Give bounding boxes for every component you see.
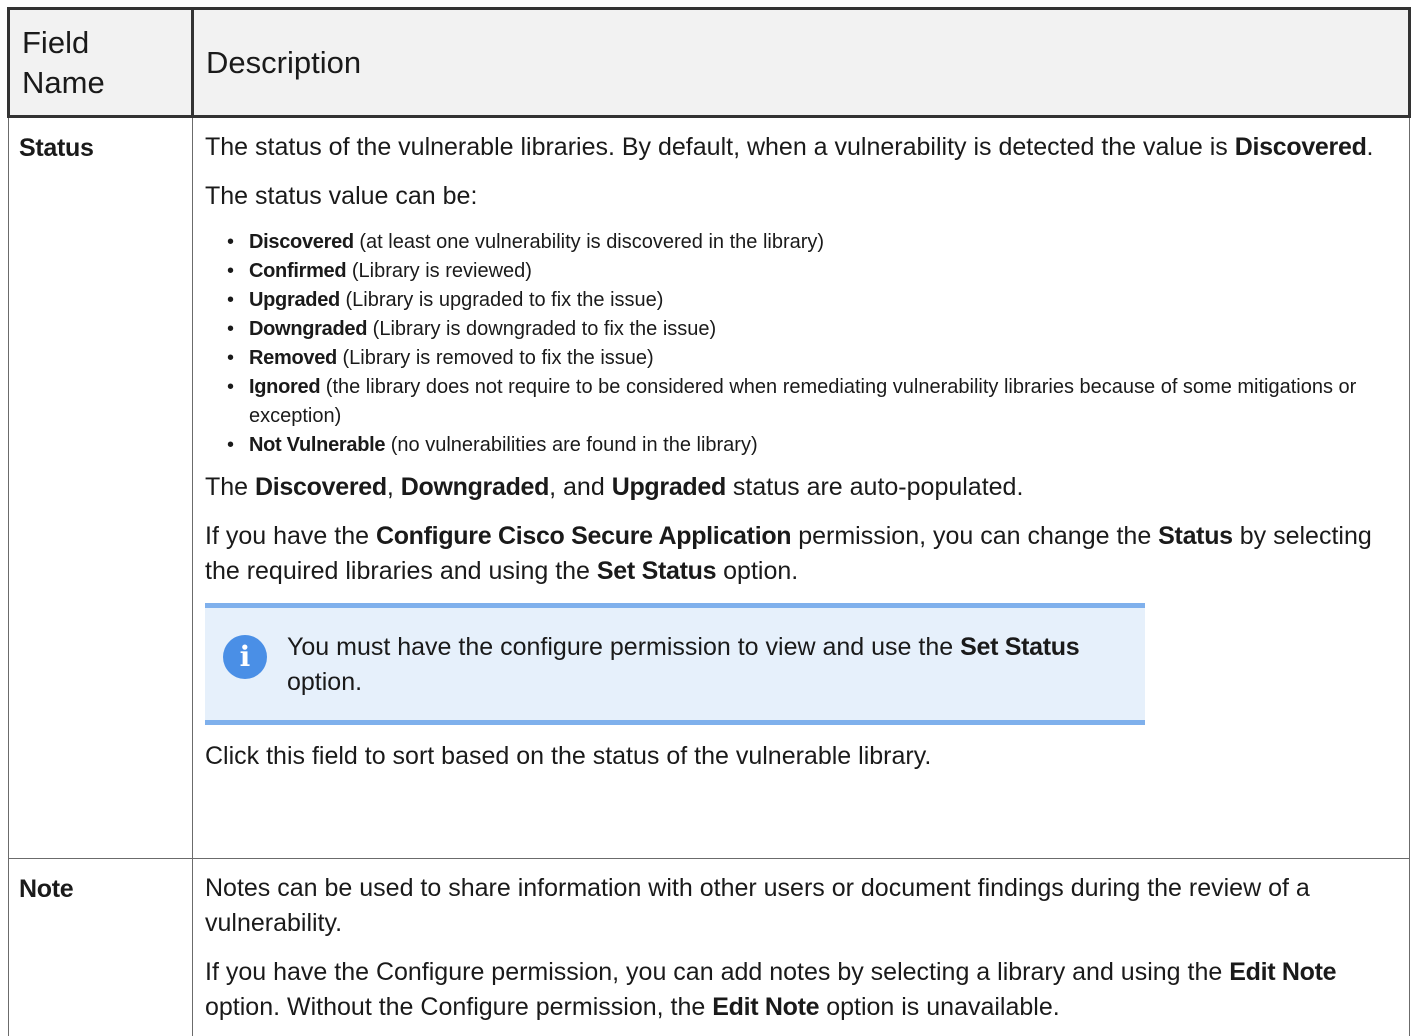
table-row-note: Note Notes can be used to share informat… bbox=[8, 858, 1410, 1036]
perm-bold-status: Status bbox=[1158, 522, 1233, 550]
note-mid: option. Without the Configure permission… bbox=[205, 993, 713, 1021]
info-text-pre: You must have the configure permission t… bbox=[287, 633, 961, 661]
description-note: Notes can be used to share information w… bbox=[192, 858, 1410, 1036]
note-bold-edit-note-1: Edit Note bbox=[1229, 958, 1337, 986]
info-text-bold: Set Status bbox=[960, 633, 1080, 661]
note-intro-paragraph: Notes can be used to share information w… bbox=[205, 874, 1310, 937]
permission-paragraph: If you have the Configure Cisco Secure A… bbox=[205, 519, 1397, 589]
list-item: Not Vulnerable (no vulnerabilities are f… bbox=[227, 431, 1397, 460]
list-item-desc: (Library is downgraded to fix the issue) bbox=[367, 318, 717, 340]
list-item-desc: (the library does not require to be cons… bbox=[249, 376, 1357, 427]
header-description: Description bbox=[192, 7, 1411, 118]
auto-bold-discovered: Discovered bbox=[255, 473, 387, 501]
sort-paragraph: Click this field to sort based on the st… bbox=[205, 742, 932, 770]
list-item-desc: (no vulnerabilities are found in the lib… bbox=[385, 434, 758, 456]
list-item-term: Discovered bbox=[249, 231, 354, 253]
status-intro-end: . bbox=[1366, 133, 1374, 161]
table-row-status: Status The status of the vulnerable libr… bbox=[8, 116, 1410, 859]
list-item-desc: (Library is removed to fix the issue) bbox=[336, 347, 654, 369]
list-item-term: Upgraded bbox=[249, 289, 340, 311]
list-item-term: Confirmed bbox=[249, 260, 347, 282]
info-text-end: option. bbox=[287, 668, 363, 696]
header-field-name: Field Name bbox=[7, 7, 194, 118]
list-item: Upgraded (Library is upgraded to fix the… bbox=[227, 286, 1397, 315]
status-values-lead: The status value can be: bbox=[205, 182, 478, 210]
auto-populated-paragraph: The Discovered, Downgraded, and Upgraded… bbox=[205, 470, 1397, 505]
status-values-list: Discovered (at least one vulnerability i… bbox=[205, 228, 1397, 460]
field-name-status: Status bbox=[8, 116, 193, 859]
status-intro-paragraph: The status of the vulnerable libraries. … bbox=[205, 130, 1397, 165]
list-item-term: Not Vulnerable bbox=[249, 434, 386, 456]
list-item-desc: (Library is upgraded to fix the issue) bbox=[339, 289, 664, 311]
list-item: Downgraded (Library is downgraded to fix… bbox=[227, 315, 1397, 344]
info-callout: i You must have the configure permission… bbox=[205, 603, 1145, 725]
list-item-desc: (at least one vulnerability is discovere… bbox=[353, 231, 825, 253]
list-item-desc: (Library is reviewed) bbox=[346, 260, 532, 282]
perm-mid1: permission, you can change the bbox=[791, 522, 1159, 550]
note-end: option is unavailable. bbox=[819, 993, 1060, 1021]
info-icon: i bbox=[223, 635, 267, 679]
list-item-term: Downgraded bbox=[249, 318, 368, 340]
perm-pre: If you have the bbox=[205, 522, 376, 550]
auto-sep2: , and bbox=[549, 473, 612, 501]
list-item-term: Removed bbox=[249, 347, 337, 369]
status-intro-text: The status of the vulnerable libraries. … bbox=[205, 133, 1235, 161]
table-header-row: Field Name Description bbox=[7, 7, 1411, 118]
list-item: Confirmed (Library is reviewed) bbox=[227, 257, 1397, 286]
status-intro-bold: Discovered bbox=[1234, 133, 1367, 161]
note-permission-paragraph: If you have the Configure permission, yo… bbox=[205, 955, 1397, 1025]
auto-sep1: , bbox=[386, 473, 401, 501]
perm-end: option. bbox=[716, 557, 799, 585]
note-bold-edit-note-2: Edit Note bbox=[712, 993, 820, 1021]
list-item: Removed (Library is removed to fix the i… bbox=[227, 344, 1397, 373]
auto-end: status are auto-populated. bbox=[725, 473, 1024, 501]
list-item: Discovered (at least one vulnerability i… bbox=[227, 228, 1397, 257]
auto-bold-downgraded: Downgraded bbox=[400, 473, 550, 501]
description-status: The status of the vulnerable libraries. … bbox=[192, 116, 1410, 859]
field-name-note: Note bbox=[8, 858, 193, 1036]
note-pre: If you have the Configure permission, yo… bbox=[205, 958, 1230, 986]
perm-bold-set-status: Set Status bbox=[596, 557, 717, 585]
perm-bold-configure: Configure Cisco Secure Application bbox=[375, 522, 792, 550]
field-description-table: Field Name Description Status The status… bbox=[7, 7, 1411, 1036]
list-item-term: Ignored bbox=[249, 376, 321, 398]
auto-pre: The bbox=[205, 473, 256, 501]
list-item: Ignored (the library does not require to… bbox=[227, 373, 1397, 431]
auto-bold-upgraded: Upgraded bbox=[611, 473, 727, 501]
